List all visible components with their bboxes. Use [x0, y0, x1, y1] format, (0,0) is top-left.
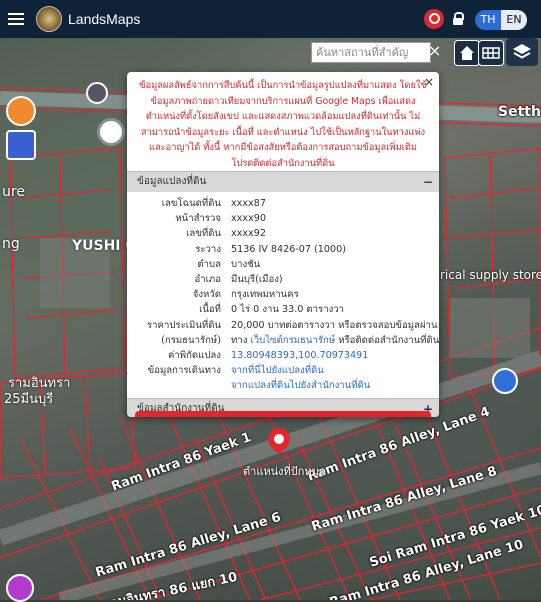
- row-value: กรุงเทพมหานคร: [231, 289, 299, 301]
- row-value: มีนบุรี(เมือง): [231, 274, 283, 286]
- row-label: ราคาประเมินที่ดิน: [146, 319, 221, 331]
- layers-icon[interactable]: [506, 38, 538, 66]
- place-marker-icon[interactable]: [492, 368, 518, 394]
- row-value: บางชัน: [231, 258, 261, 270]
- info-row: เนื้อที่ 0 ไร่ 0 งาน 33.0 ตารางวา: [127, 302, 439, 317]
- row-value: xxxx92: [231, 228, 266, 240]
- collapse-icon[interactable]: −: [423, 172, 433, 192]
- info-row: จังหวัด กรุงเทพมหานคร: [127, 287, 439, 302]
- row-label: (กรมธนารักษ์): [161, 334, 221, 346]
- tools-icon[interactable]: [6, 130, 36, 160]
- action-bar[interactable]: [135, 411, 431, 417]
- row-value: 5136 IV 8426-07 (1000): [231, 243, 346, 255]
- info-row: อำเภอ มีนบุรี(เมือง): [127, 272, 439, 287]
- search-icon[interactable]: [424, 9, 444, 29]
- language-switch[interactable]: TH EN: [475, 10, 527, 30]
- disclaimer-text: ข้อมูลผลลัพธ์จากการสืบค้นนี้ เป็นการนำข้…: [139, 80, 427, 169]
- clear-search-button[interactable]: ×: [428, 41, 441, 60]
- train-icon[interactable]: [86, 82, 108, 104]
- info-row: (กรมธนารักษ์) ทาง เว็บไซต์กรมธนารักษ์ หร…: [127, 333, 439, 348]
- treasury-website-link[interactable]: เว็บไซต์กรมธนารักษ์: [250, 335, 335, 346]
- grid-icon[interactable]: [478, 40, 504, 66]
- route-to-parcel-link[interactable]: จากที่นี่ไปยังแปลงที่ดิน: [231, 365, 324, 376]
- place-label: rical supply store: [440, 268, 541, 282]
- coordinates-link[interactable]: 13.80948393,100.70973491: [231, 350, 368, 361]
- place-marker-icon[interactable]: [6, 574, 34, 602]
- lang-th-button[interactable]: TH: [475, 10, 501, 30]
- row-label: จังหวัด: [192, 289, 221, 301]
- place-search-input[interactable]: ค้นหาสถานที่สำคัญ: [311, 42, 431, 63]
- lang-en-button[interactable]: EN: [501, 10, 527, 30]
- info-row: หน้าสำรวจ xxxx90: [127, 211, 439, 226]
- parcel-info-table: เลขโฉนดที่ดิน xxxx87 หน้าสำรวจ xxxx90 เลขท…: [127, 192, 439, 394]
- parcel-info-popup: × ข้อมูลผลลัพธ์จากการสืบค้นนี้ เป็นการนำ…: [127, 72, 439, 417]
- info-row: เลขโฉนดที่ดิน xxxx87: [127, 196, 439, 211]
- row-label: ค่าพิกัดแปลง: [167, 350, 221, 362]
- row-value: xxxx90: [231, 213, 266, 225]
- info-row: ระวาง 5136 IV 8426-07 (1000): [127, 242, 439, 257]
- row-label: หน้าสำรวจ: [175, 213, 221, 225]
- text: หรือติดต่อสำนักงานที่ดิน: [335, 334, 439, 346]
- row-label: เลขที่ดิน: [186, 228, 221, 240]
- row-label: เนื้อที่: [199, 304, 221, 316]
- info-row: จากแปลงที่ดินไปยังสำนักงานที่ดิน: [127, 378, 439, 393]
- row-label: ระวาง: [195, 243, 221, 255]
- text: ทาง: [231, 334, 251, 346]
- place-marker-icon[interactable]: [97, 118, 125, 146]
- row-value: 20,000 บาทต่อตารางวา หรือตรวจสอบข้อมูลผ่…: [231, 319, 438, 331]
- logo: [36, 6, 62, 32]
- lock-icon[interactable]: [453, 12, 464, 25]
- info-row: ข้อมูลการเดินทาง จากที่นี่ไปยังแปลงที่ดิ…: [127, 363, 439, 378]
- row-value: xxxx87: [231, 198, 266, 209]
- section-title: ข้อมูลแปลงที่ดิน: [137, 176, 207, 187]
- top-bar: LandsMaps TH EN: [0, 0, 541, 38]
- parcel-info-header[interactable]: ข้อมูลแปลงที่ดิน −: [127, 171, 439, 192]
- info-row: ตำบล บางชัน: [127, 257, 439, 272]
- info-row: ราคาประเมินที่ดิน 20,000 บาทต่อตารางวา หร…: [127, 318, 439, 333]
- row-value: 0 ไร่ 0 งาน 33.0 ตารางวา: [231, 304, 345, 316]
- info-row: ค่าพิกัดแปลง 13.80948393,100.70973491: [127, 348, 439, 363]
- row-label: เลขโฉนดที่ดิน: [161, 198, 221, 209]
- row-label: ตำบล: [197, 258, 221, 270]
- info-row: เลขที่ดิน xxxx92: [127, 226, 439, 241]
- place-label: 25มีนบุรี: [4, 392, 54, 407]
- road-label: Setth: [498, 104, 541, 120]
- bus-icon[interactable]: [6, 96, 36, 126]
- app-title: LandsMaps: [68, 11, 141, 27]
- row-label: ข้อมูลการเดินทาง: [147, 365, 221, 377]
- marker-label: ตำแหน่งที่ปักหมุด: [243, 465, 327, 478]
- row-value: ทาง เว็บไซต์กรมธนารักษ์ หรือติดต่อสำนักง…: [231, 333, 439, 348]
- menu-icon[interactable]: [8, 13, 24, 25]
- row-label: อำเภอ: [194, 274, 221, 286]
- home-icon[interactable]: [454, 40, 480, 66]
- place-label: ng: [2, 236, 20, 252]
- close-icon[interactable]: ×: [424, 75, 434, 89]
- route-to-office-link[interactable]: จากแปลงที่ดินไปยังสำนักงานที่ดิน: [231, 380, 370, 391]
- place-label: ure: [2, 184, 25, 200]
